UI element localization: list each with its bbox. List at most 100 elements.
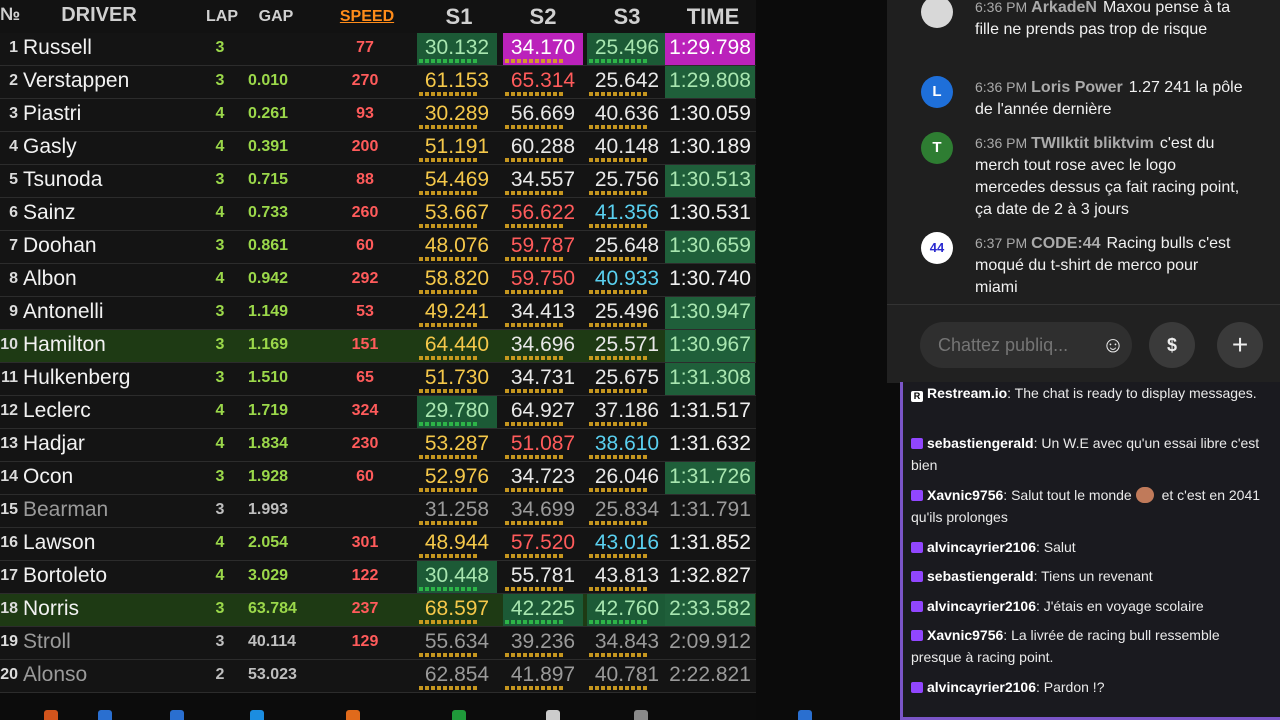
table-row: 6 Sainz 4 0.733 260 53.667 56.622 41.356 1:30.53… xyxy=(0,198,756,231)
sector-s3: 25.756 xyxy=(587,165,667,197)
team-icon xyxy=(546,710,560,720)
message-author[interactable]: CODE:44 xyxy=(1031,235,1100,252)
twitch-icon xyxy=(911,438,923,449)
sector-s2: 39.236 xyxy=(503,627,583,659)
position: 15 xyxy=(0,501,18,518)
bottom-team-icons xyxy=(0,700,880,720)
speed-value: 122 xyxy=(351,567,379,584)
avatar[interactable]: 44 xyxy=(921,232,953,264)
message-author[interactable]: TWIlktit bliktvim xyxy=(1031,135,1154,152)
restream-message: sebastiengerald: Un W.E avec qu'un essai… xyxy=(911,432,1273,476)
table-row: 18 Norris 3 63.784 237 68.597 42.225 42.760 2:33… xyxy=(0,594,756,627)
sector-s3: 40.781 xyxy=(587,660,667,692)
sector-s3: 42.760 xyxy=(587,594,667,626)
avatar[interactable] xyxy=(921,0,953,28)
speed-value: 65 xyxy=(356,369,374,386)
emoji-icon[interactable]: ☺ xyxy=(1090,322,1136,368)
lap-time: 2:22.821 xyxy=(669,663,751,686)
minisector-bars xyxy=(589,92,649,96)
driver-name: Sainz xyxy=(23,201,76,224)
minisector-bars xyxy=(419,554,479,558)
add-icon[interactable]: + xyxy=(1217,322,1263,368)
chat-input[interactable] xyxy=(936,331,1080,359)
sector-s2: 56.622 xyxy=(503,198,583,230)
restream-user[interactable]: Restream.io xyxy=(927,385,1007,401)
sector-s3: 25.496 xyxy=(587,297,667,329)
driver-name: Doohan xyxy=(23,234,97,257)
message-time: 6:36 PM xyxy=(975,135,1028,151)
speed-value: 237 xyxy=(351,600,379,617)
driver-name: Lawson xyxy=(23,531,96,554)
position: 13 xyxy=(0,435,18,452)
superchat-icon[interactable]: $ xyxy=(1149,322,1195,368)
table-row: 15 Bearman 3 1.993 31.258 34.699 25.834 1:31.79… xyxy=(0,495,756,528)
sector-s2: 60.288 xyxy=(503,132,583,164)
chat-input-container[interactable]: ☺ xyxy=(920,322,1132,368)
restream-user[interactable]: Xavnic9756 xyxy=(927,627,1003,643)
sector-s3: 43.813 xyxy=(587,561,667,593)
speed-value: 301 xyxy=(351,534,379,551)
position: 14 xyxy=(0,468,18,485)
speed-value: 270 xyxy=(351,72,379,89)
sector-s2: 34.731 xyxy=(503,363,583,395)
minisector-bars xyxy=(419,59,479,63)
minisector-bars xyxy=(589,191,649,195)
restream-message: Xavnic9756: Salut tout le monde et c'est… xyxy=(911,484,1273,528)
message-author[interactable]: ArkadeN xyxy=(1031,0,1097,16)
restream-user[interactable]: alvincayrier2106 xyxy=(927,539,1036,555)
minisector-bars xyxy=(505,125,565,129)
position: 17 xyxy=(0,567,18,584)
speed-value: 60 xyxy=(356,237,374,254)
driver-name: Gasly xyxy=(23,135,77,158)
lap-time: 1:30.740 xyxy=(669,267,751,290)
team-icon xyxy=(634,710,648,720)
sector-s1: 48.944 xyxy=(417,528,497,560)
gap-value: 0.733 xyxy=(248,204,289,221)
speed-value: 129 xyxy=(351,633,379,650)
minisector-bars xyxy=(419,125,479,129)
speed-value: 292 xyxy=(351,270,379,287)
speed-value: 324 xyxy=(351,402,379,419)
position: 5 xyxy=(9,171,18,188)
minisector-bars xyxy=(419,323,479,327)
gap-value: 1.993 xyxy=(248,501,289,518)
restream-user[interactable]: alvincayrier2106 xyxy=(927,598,1036,614)
header-s3: S3 xyxy=(613,4,641,29)
sector-s2: 41.897 xyxy=(503,660,583,692)
message-time: 6:36 PM xyxy=(975,0,1028,15)
driver-name: Bearman xyxy=(23,498,109,521)
avatar[interactable]: T xyxy=(921,132,953,164)
header-pos: № xyxy=(0,4,21,24)
lap-count: 4 xyxy=(215,105,225,122)
sector-s1: 31.258 xyxy=(417,495,497,527)
message-author[interactable]: Loris Power xyxy=(1031,79,1123,96)
minisector-bars xyxy=(419,224,479,228)
minisector-bars xyxy=(505,653,565,657)
sector-s1: 30.448 xyxy=(417,561,497,593)
lap-count: 3 xyxy=(215,468,225,485)
avatar[interactable]: L xyxy=(921,76,953,108)
speed-value: 200 xyxy=(351,138,379,155)
minisector-bars xyxy=(589,59,649,63)
restream-user[interactable]: sebastiengerald xyxy=(927,435,1034,451)
restream-user[interactable]: Xavnic9756 xyxy=(927,487,1003,503)
sector-s3: 26.046 xyxy=(587,462,667,494)
driver-name: Piastri xyxy=(23,102,82,125)
lap-count: 4 xyxy=(215,435,225,452)
twitch-icon xyxy=(911,571,923,582)
timing-header: № DRIVER LAP GAP SPEED S1 S2 S3 TIME xyxy=(0,0,756,34)
restream-message: sebastiengerald: Tiens un revenant xyxy=(911,565,1273,587)
header-speed[interactable]: SPEED xyxy=(334,8,400,26)
restream-chat: R Restream.io: The chat is ready to displ… xyxy=(900,382,1280,720)
driver-name: Stroll xyxy=(23,630,71,653)
sector-s2: 34.557 xyxy=(503,165,583,197)
header-s2: S2 xyxy=(529,4,557,29)
position: 18 xyxy=(0,600,18,617)
table-row: 11 Hulkenberg 3 1.510 65 51.730 34.731 25.675 1:… xyxy=(0,363,756,396)
driver-name: Verstappen xyxy=(23,69,130,92)
table-row: 4 Gasly 4 0.391 200 51.191 60.288 40.148 1:30.18… xyxy=(0,132,756,165)
team-icon xyxy=(98,710,112,720)
restream-user[interactable]: alvincayrier2106 xyxy=(927,679,1036,695)
restream-user[interactable]: sebastiengerald xyxy=(927,568,1034,584)
sector-s2: 57.520 xyxy=(503,528,583,560)
